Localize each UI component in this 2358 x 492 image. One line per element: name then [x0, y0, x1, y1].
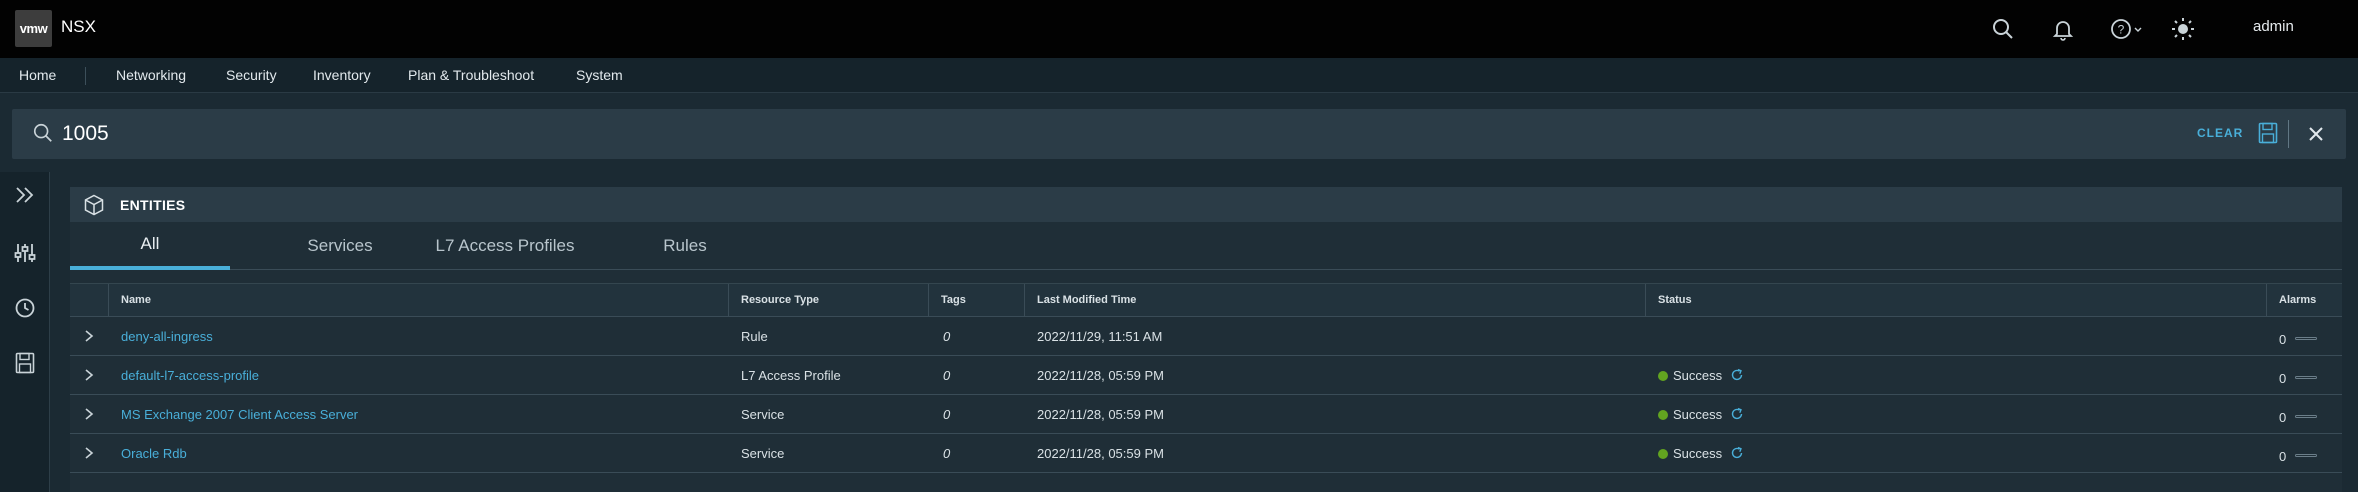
search-icon[interactable] [1988, 14, 2018, 44]
alarms-count: 0 [2279, 371, 2287, 386]
alarms-count: 0 [2279, 332, 2287, 347]
resource-type: Service [741, 446, 785, 461]
status-cell: Success [1658, 407, 1744, 424]
refresh-icon[interactable] [1730, 407, 1744, 424]
main-nav: Home Networking Security Inventory Plan … [0, 58, 2358, 93]
nav-system[interactable]: System [576, 67, 623, 83]
clear-button[interactable]: CLEAR [2197, 126, 2243, 140]
status-text: Success [1673, 368, 1723, 383]
search-input[interactable] [62, 119, 1862, 149]
nav-security[interactable]: Security [226, 67, 277, 83]
entity-name-link[interactable]: MS Exchange 2007 Client Access Server [121, 407, 358, 422]
expand-row-icon[interactable] [84, 407, 94, 426]
col-tags[interactable]: Tags [941, 294, 966, 306]
success-status-icon [1658, 410, 1668, 420]
col-last-modified[interactable]: Last Modified Time [1037, 294, 1136, 306]
nav-inventory[interactable]: Inventory [313, 67, 371, 83]
alarm-bar [2295, 337, 2317, 340]
resource-type: Service [741, 407, 785, 422]
tags-count[interactable]: 0 [943, 446, 950, 461]
status-cell: Success [1658, 446, 1744, 463]
entity-name-link[interactable]: deny-all-ingress [121, 329, 213, 344]
alarm-bar [2295, 415, 2317, 418]
entities-tabs: All Services L7 Access Profiles Rules [70, 222, 2342, 270]
tab-l7-access-profiles[interactable]: L7 Access Profiles [405, 222, 605, 270]
history-icon[interactable] [10, 293, 40, 323]
nav-home[interactable]: Home [19, 67, 56, 83]
col-status[interactable]: Status [1658, 294, 1692, 306]
alarms-count: 0 [2279, 410, 2287, 425]
saved-searches-icon[interactable] [10, 348, 40, 378]
alarms-count: 0 [2279, 449, 2287, 464]
entity-name-link[interactable]: default-l7-access-profile [121, 368, 259, 383]
col-alarms[interactable]: Alarms [2279, 294, 2316, 306]
table-row[interactable]: Oracle Rdb Service 0 2022/11/28, 05:59 P… [70, 434, 2342, 473]
tab-rules[interactable]: Rules [625, 222, 745, 270]
filter-sliders-icon[interactable] [10, 238, 40, 268]
table-header: Name Resource Type Tags Last Modified Ti… [70, 283, 2342, 318]
success-status-icon [1658, 449, 1668, 459]
help-icon[interactable]: ? [2108, 14, 2148, 44]
alarm-bar [2295, 454, 2317, 457]
nav-networking[interactable]: Networking [116, 67, 186, 83]
bell-icon[interactable] [2048, 14, 2078, 44]
nav-plan-troubleshoot[interactable]: Plan & Troubleshoot [408, 67, 534, 83]
refresh-icon[interactable] [1730, 446, 1744, 463]
column-divider [728, 284, 729, 318]
vmware-logo: vmw [15, 10, 52, 47]
brightness-icon[interactable] [2168, 14, 2198, 44]
entities-panel: ENTITIES All Services L7 Access Profiles… [70, 187, 2342, 492]
expand-row-icon[interactable] [84, 446, 94, 465]
user-menu[interactable]: admin [2253, 18, 2294, 35]
alarm-bar [2295, 376, 2317, 379]
last-modified: 2022/11/28, 05:59 PM [1037, 368, 1164, 383]
expand-icon[interactable] [10, 180, 40, 210]
column-divider [2266, 284, 2267, 318]
tags-count[interactable]: 0 [943, 407, 950, 422]
col-name[interactable]: Name [121, 294, 151, 306]
last-modified: 2022/11/29, 11:51 AM [1037, 329, 1163, 344]
column-divider [1024, 284, 1025, 318]
last-modified: 2022/11/28, 05:59 PM [1037, 446, 1164, 461]
nav-divider [85, 67, 86, 85]
column-divider [108, 284, 109, 318]
last-modified: 2022/11/28, 05:59 PM [1037, 407, 1164, 422]
tags-count[interactable]: 0 [943, 368, 950, 383]
success-status-icon [1658, 371, 1668, 381]
tab-all[interactable]: All [70, 222, 230, 270]
top-header: vmw NSX ? admin [0, 0, 2358, 58]
search-divider [2288, 120, 2289, 148]
search-icon [32, 122, 54, 149]
app-title: NSX [61, 17, 96, 36]
col-resource-type[interactable]: Resource Type [741, 294, 819, 306]
status-text: Success [1673, 446, 1723, 461]
status-cell: Success [1658, 368, 1744, 385]
expand-row-icon[interactable] [84, 329, 94, 348]
tab-services[interactable]: Services [270, 222, 410, 270]
left-rail [0, 172, 50, 492]
resource-type: Rule [741, 329, 768, 344]
table-row[interactable]: default-l7-access-profile L7 Access Prof… [70, 356, 2342, 395]
table-row[interactable]: MS Exchange 2007 Client Access Server Se… [70, 395, 2342, 434]
cube-icon [84, 194, 104, 221]
expand-row-icon[interactable] [84, 368, 94, 387]
column-divider [928, 284, 929, 318]
close-icon[interactable] [2306, 124, 2326, 149]
table-row[interactable]: deny-all-ingress Rule 0 2022/11/29, 11:5… [70, 317, 2342, 356]
entities-header: ENTITIES [70, 187, 2342, 222]
tags-count[interactable]: 0 [943, 329, 950, 344]
search-bar: CLEAR [12, 109, 2346, 159]
refresh-icon[interactable] [1730, 368, 1744, 385]
resource-type: L7 Access Profile [741, 368, 841, 383]
status-text: Success [1673, 407, 1723, 422]
svg-text:?: ? [2118, 23, 2125, 37]
entities-title: ENTITIES [120, 197, 186, 213]
column-divider [1645, 284, 1646, 318]
save-search-icon[interactable] [2258, 122, 2278, 149]
entity-name-link[interactable]: Oracle Rdb [121, 446, 187, 461]
